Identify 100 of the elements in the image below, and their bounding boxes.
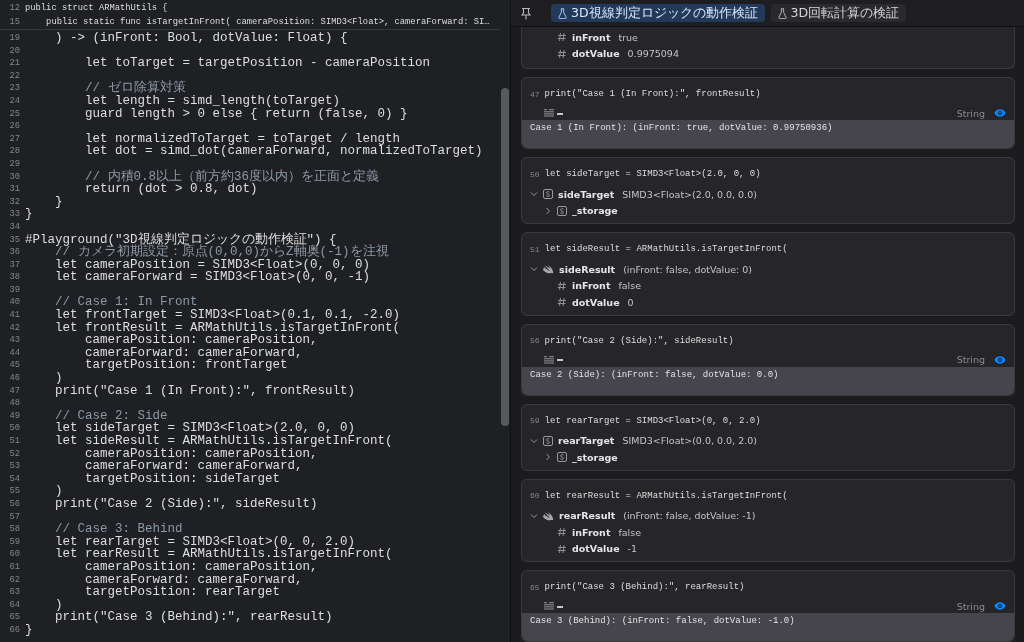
- list-icon[interactable]: [544, 602, 554, 610]
- struct-icon: [543, 189, 553, 200]
- eye-icon[interactable]: [994, 355, 1006, 364]
- code-line: let sideResult = ARMathUtils.isTargetInFront(: [544, 244, 788, 254]
- chevron-icon[interactable]: [530, 265, 538, 274]
- hash-icon: [557, 280, 567, 291]
- line-number: 47: [530, 89, 540, 99]
- code-line: ): [54, 485, 63, 498]
- line-number: 63: [8, 586, 21, 599]
- code-line: let rearTarget = SIMD3<Float>(0, 0, 2.0): [544, 415, 761, 426]
- variable-name: dotValue: [572, 296, 620, 308]
- line-number: 46: [8, 372, 21, 385]
- code-line: cameraPosition: cameraPosition,: [84, 560, 318, 574]
- code-line: let toTarget = targetPosition - cameraPosition: [84, 57, 431, 70]
- code-line: ): [54, 598, 63, 612]
- type-label: String: [956, 354, 985, 365]
- line-number: 33: [8, 208, 21, 221]
- code-line: }: [25, 208, 33, 221]
- console-output: Case 3 (Behind): (inFront: false, dotValue: -1.0): [522, 613, 1014, 641]
- struct-icon: [543, 435, 553, 446]
- code-line: let length = simd_length(toTarget): [84, 94, 341, 108]
- code-line: let sideTarget = SIMD3<Float>(2.0, 0, 0): [54, 422, 356, 435]
- line-number: 38: [8, 271, 21, 284]
- bird-icon: [543, 264, 554, 275]
- variable-name: inFront: [572, 31, 611, 43]
- list-icon[interactable]: [544, 109, 554, 117]
- line-number: 37: [8, 258, 21, 272]
- code-line: public struct ARMathUtils {: [25, 2, 168, 15]
- line-number: 43: [8, 334, 21, 347]
- line-number: 26: [8, 120, 21, 133]
- eye-icon[interactable]: [994, 602, 1006, 610]
- line-number: 19: [8, 32, 21, 45]
- struct-icon: [557, 452, 567, 463]
- variable-name: inFront: [572, 280, 611, 292]
- hash-icon: [557, 527, 567, 538]
- chevron-icon[interactable]: [530, 511, 538, 520]
- line-number: 30: [8, 170, 21, 184]
- line-number: 59: [8, 535, 21, 549]
- line-number: 28: [8, 145, 21, 158]
- code-comment: // Case 2: Side: [54, 409, 168, 423]
- code-line: let sideTarget = SIMD3<Float>(2.0, 0, 0): [544, 169, 761, 179]
- line-number: 52: [8, 447, 21, 461]
- code-line: cameraPosition: cameraPosition,: [84, 447, 318, 461]
- variable-name: dotValue: [572, 48, 620, 60]
- code-line: print("Case 2 (Side):", sideResult): [54, 497, 318, 511]
- chevron-icon[interactable]: [530, 436, 538, 445]
- line-number: 27: [8, 132, 21, 146]
- code-line: let frontResult = ARMathUtils.isTargetInFront(: [54, 321, 401, 335]
- variable-value: SIMD3<Float>(2.0, 0.0, 0.0): [622, 188, 757, 200]
- chevron-icon[interactable]: [544, 453, 552, 462]
- code-line: let rearResult = ARMathUtils.isTargetInFront(: [54, 548, 393, 561]
- variable-name: _storage: [572, 205, 618, 217]
- code-line: ): [54, 372, 63, 385]
- variable-name: inFront: [572, 526, 611, 538]
- code-line: guard length > 0 else { return (false, 0) }: [84, 107, 408, 121]
- line-number: 50: [8, 422, 21, 435]
- list-icon[interactable]: [544, 355, 554, 364]
- line-number: 25: [8, 107, 21, 121]
- hash-icon: [557, 297, 567, 308]
- chevron-icon[interactable]: [530, 190, 538, 199]
- playground-tab[interactable]: 3D回転計算の検証: [770, 4, 907, 22]
- code-line: let sideResult = ARMathUtils.isTargetInFront(: [54, 435, 393, 448]
- line-number: 29: [8, 157, 21, 171]
- line-number: 48: [8, 397, 21, 410]
- struct-icon: [557, 205, 567, 216]
- playground-tab[interactable]: 3D視線判定ロジックの動作検証: [551, 4, 765, 22]
- code-comment: // Case 1: In Front: [54, 296, 198, 310]
- variable-name: _storage: [572, 451, 618, 463]
- code-comment: // 内積0.8以上（前方約36度以内）を正面と定義: [84, 170, 380, 184]
- line-number: 56: [530, 336, 540, 345]
- hash-icon: [557, 32, 567, 43]
- chevron-icon[interactable]: [544, 206, 552, 215]
- bird-icon: [543, 510, 554, 521]
- line-number: 20: [8, 44, 21, 58]
- code-line: let cameraPosition = SIMD3<Float>(0, 0, 0): [54, 258, 371, 272]
- line-number: 44: [8, 346, 21, 360]
- type-label: String: [956, 107, 985, 119]
- eye-icon[interactable]: [994, 109, 1006, 117]
- variable-name: sideTarget: [558, 188, 615, 200]
- line-number: 55: [8, 485, 21, 498]
- code-line: }: [25, 623, 33, 637]
- variable-value: -1: [627, 543, 638, 555]
- cursor-icon: [557, 604, 563, 608]
- pin-icon[interactable]: [521, 6, 531, 20]
- code-line: cameraForward: cameraForward,: [84, 573, 303, 587]
- code-line: let dot = simd_dot(cameraForward, normalizedToTarget): [84, 145, 483, 158]
- variable-value: 0: [627, 296, 634, 308]
- code-line: cameraForward: cameraForward,: [84, 460, 303, 473]
- line-number: 22: [8, 69, 21, 83]
- line-number: 65: [530, 582, 540, 592]
- line-number: 58: [8, 523, 21, 536]
- line-number: 32: [8, 195, 21, 209]
- code-comment: // カメラ初期設定：原点(0,0,0)からZ軸奥(-1)を注視: [55, 246, 389, 259]
- cursor-icon: [557, 111, 563, 115]
- code-line: print("Case 1 (In Front):", frontResult): [544, 89, 761, 99]
- code-line: print("Case 1 (In Front):", frontResult): [54, 384, 356, 398]
- variable-name: rearTarget: [558, 435, 615, 447]
- hash-icon: [557, 543, 567, 554]
- hash-icon: [557, 48, 567, 59]
- variable-value: 0.9975094: [627, 48, 679, 60]
